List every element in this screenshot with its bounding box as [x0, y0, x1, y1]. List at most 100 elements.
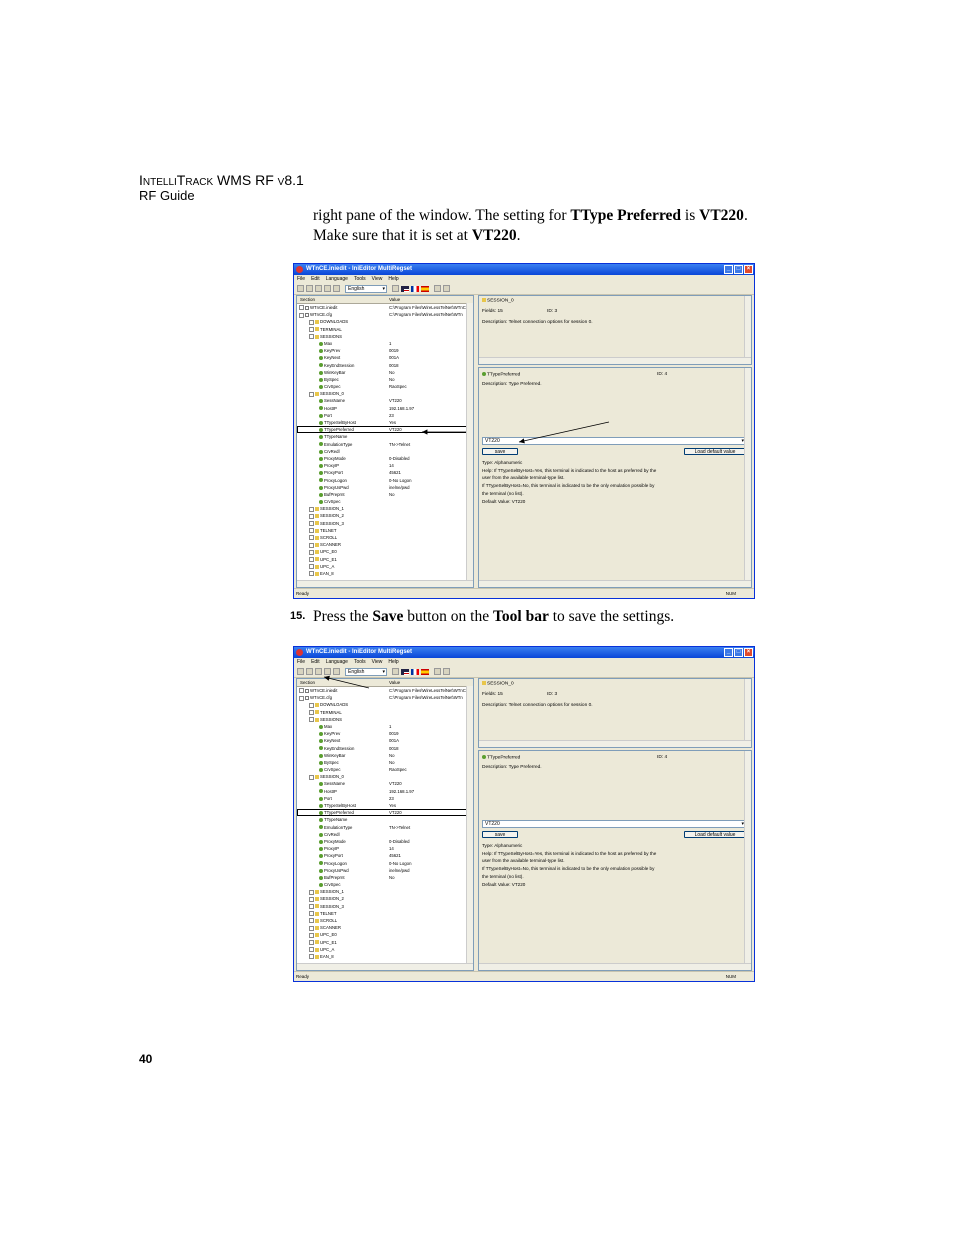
tree-row[interactable]: KeyEndSession 0018: [297, 362, 473, 369]
expand-toggle-icon[interactable]: [309, 513, 314, 519]
expand-toggle-icon[interactable]: [309, 896, 314, 902]
expand-toggle-icon[interactable]: [309, 947, 314, 953]
expand-toggle-icon[interactable]: [309, 932, 314, 938]
menu-language[interactable]: Language: [326, 658, 348, 666]
tree-horizontal-scrollbar[interactable]: [297, 963, 473, 970]
menu-file[interactable]: File: [297, 275, 305, 283]
expand-toggle-icon[interactable]: [309, 556, 314, 562]
expand-toggle-icon[interactable]: [309, 528, 314, 534]
tree-row[interactable]: BufPreprnt No: [297, 874, 473, 881]
print-icon[interactable]: [333, 285, 340, 292]
column-section[interactable]: Section: [300, 679, 315, 686]
tree-row[interactable]: ProxyLogon 0-No Logon: [297, 860, 473, 867]
close-button[interactable]: ×: [744, 265, 753, 274]
copy-icon[interactable]: [324, 285, 331, 292]
expand-toggle-icon[interactable]: [309, 564, 314, 570]
editor-horizontal-scrollbar[interactable]: [479, 963, 751, 970]
expand-toggle-icon[interactable]: [299, 312, 304, 318]
tree-row[interactable]: SCANNER: [297, 541, 473, 548]
minimize-button[interactable]: _: [724, 648, 733, 657]
info-vertical-scrollbar[interactable]: [744, 679, 751, 747]
tree-row[interactable]: TTypeSelByHost Yes: [297, 419, 473, 426]
tree-row[interactable]: ProxyIP 14: [297, 845, 473, 852]
menu-view[interactable]: View: [372, 658, 383, 666]
save-button[interactable]: save: [482, 831, 518, 838]
new-icon[interactable]: [297, 285, 304, 292]
tree-row[interactable]: UPC_E0: [297, 931, 473, 938]
editor-horizontal-scrollbar[interactable]: [479, 580, 751, 587]
tree-row[interactable]: TTypeSelByHost Yes: [297, 802, 473, 809]
load-default-button[interactable]: Load default value: [684, 831, 746, 838]
copy-icon[interactable]: [324, 668, 331, 675]
expand-toggle-icon[interactable]: [309, 954, 314, 960]
tree-row[interactable]: TERMINAL: [297, 709, 473, 716]
language-select[interactable]: English: [345, 284, 387, 293]
tree-row[interactable]: CrvRedl: [297, 831, 473, 838]
tree-row[interactable]: KeyNext 001A: [297, 737, 473, 744]
tree-row[interactable]: Max 1: [297, 723, 473, 730]
open-icon[interactable]: [306, 668, 313, 675]
expand-toggle-icon[interactable]: [309, 918, 314, 924]
tree-row[interactable]: TELNET: [297, 910, 473, 917]
expand-toggle-icon[interactable]: [299, 688, 304, 694]
tree-row[interactable]: SESSION_2: [297, 895, 473, 902]
tree-row[interactable]: SESSION_2: [297, 512, 473, 519]
tree-row[interactable]: BySpec No: [297, 376, 473, 383]
tree-row[interactable]: Port 23: [297, 795, 473, 802]
tree-row[interactable]: WinKeyBar No: [297, 752, 473, 759]
tree-row[interactable]: TTypeName: [297, 433, 473, 440]
tree-row[interactable]: KeyPrev 0019: [297, 730, 473, 737]
menu-file[interactable]: File: [297, 658, 305, 666]
expand-toggle-icon[interactable]: [309, 939, 314, 945]
context-help-icon[interactable]: [443, 668, 450, 675]
expand-toggle-icon[interactable]: [309, 925, 314, 931]
expand-toggle-icon[interactable]: [309, 717, 314, 723]
tree-row[interactable]: Port 23: [297, 412, 473, 419]
close-button[interactable]: ×: [744, 648, 753, 657]
tree-row[interactable]: SESSIONS: [297, 333, 473, 340]
us-flag-icon[interactable]: [401, 668, 409, 675]
tree-row[interactable]: Max 1: [297, 340, 473, 347]
french-flag-icon[interactable]: [411, 668, 419, 675]
tree-row[interactable]: TERMINAL: [297, 326, 473, 333]
expand-toggle-icon[interactable]: [309, 571, 314, 577]
editor-vertical-scrollbar[interactable]: [744, 368, 751, 587]
tree-row[interactable]: EmulationType TN->Telnet: [297, 824, 473, 831]
tree-row[interactable]: UPC_A: [297, 563, 473, 570]
expand-toggle-icon[interactable]: [309, 506, 314, 512]
expand-toggle-icon[interactable]: [299, 305, 304, 311]
expand-toggle-icon[interactable]: [309, 702, 314, 708]
tree-row[interactable]: KeyPrev 0019: [297, 347, 473, 354]
sort-icon[interactable]: [392, 285, 399, 292]
tree-horizontal-scrollbar[interactable]: [297, 580, 473, 587]
tree-row[interactable]: SESSION_3: [297, 520, 473, 527]
expand-toggle-icon[interactable]: [309, 542, 314, 548]
help-icon[interactable]: [434, 668, 441, 675]
tree-row[interactable]: DOWNLOADS: [297, 318, 473, 325]
tree-row[interactable]: BufPreprnt No: [297, 491, 473, 498]
expand-toggle-icon[interactable]: [309, 520, 314, 526]
value-field[interactable]: VT220: [482, 437, 746, 445]
menu-help[interactable]: Help: [388, 658, 398, 666]
print-icon[interactable]: [333, 668, 340, 675]
info-horizontal-scrollbar[interactable]: [479, 357, 751, 364]
tree-row[interactable]: ProxyUsPwd inelne/pwd: [297, 484, 473, 491]
tree-row[interactable]: UPC_E1: [297, 939, 473, 946]
tree-row[interactable]: TTypePreferred VT220: [297, 426, 473, 434]
tree-row[interactable]: WTnCE.iniedit C:\Program Files\WireLessTe…: [297, 304, 473, 311]
tree-row[interactable]: SESSION_0: [297, 773, 473, 780]
tree-row[interactable]: CrvRedl: [297, 448, 473, 455]
language-select[interactable]: English: [345, 667, 387, 676]
tree-row[interactable]: SCROLL: [297, 917, 473, 924]
save-icon[interactable]: [315, 285, 322, 292]
tree-row[interactable]: WinKeyBar No: [297, 369, 473, 376]
tree-row[interactable]: CrvSpec RaoSpec: [297, 383, 473, 390]
tree-row[interactable]: DOWNLOADS: [297, 701, 473, 708]
expand-toggle-icon[interactable]: [309, 903, 314, 909]
tree-row[interactable]: UPC_A: [297, 946, 473, 953]
tree-row[interactable]: EAN_8: [297, 570, 473, 577]
us-flag-icon[interactable]: [401, 285, 409, 292]
menu-view[interactable]: View: [372, 275, 383, 283]
maximize-button[interactable]: □: [734, 265, 743, 274]
value-field[interactable]: VT220: [482, 820, 746, 828]
